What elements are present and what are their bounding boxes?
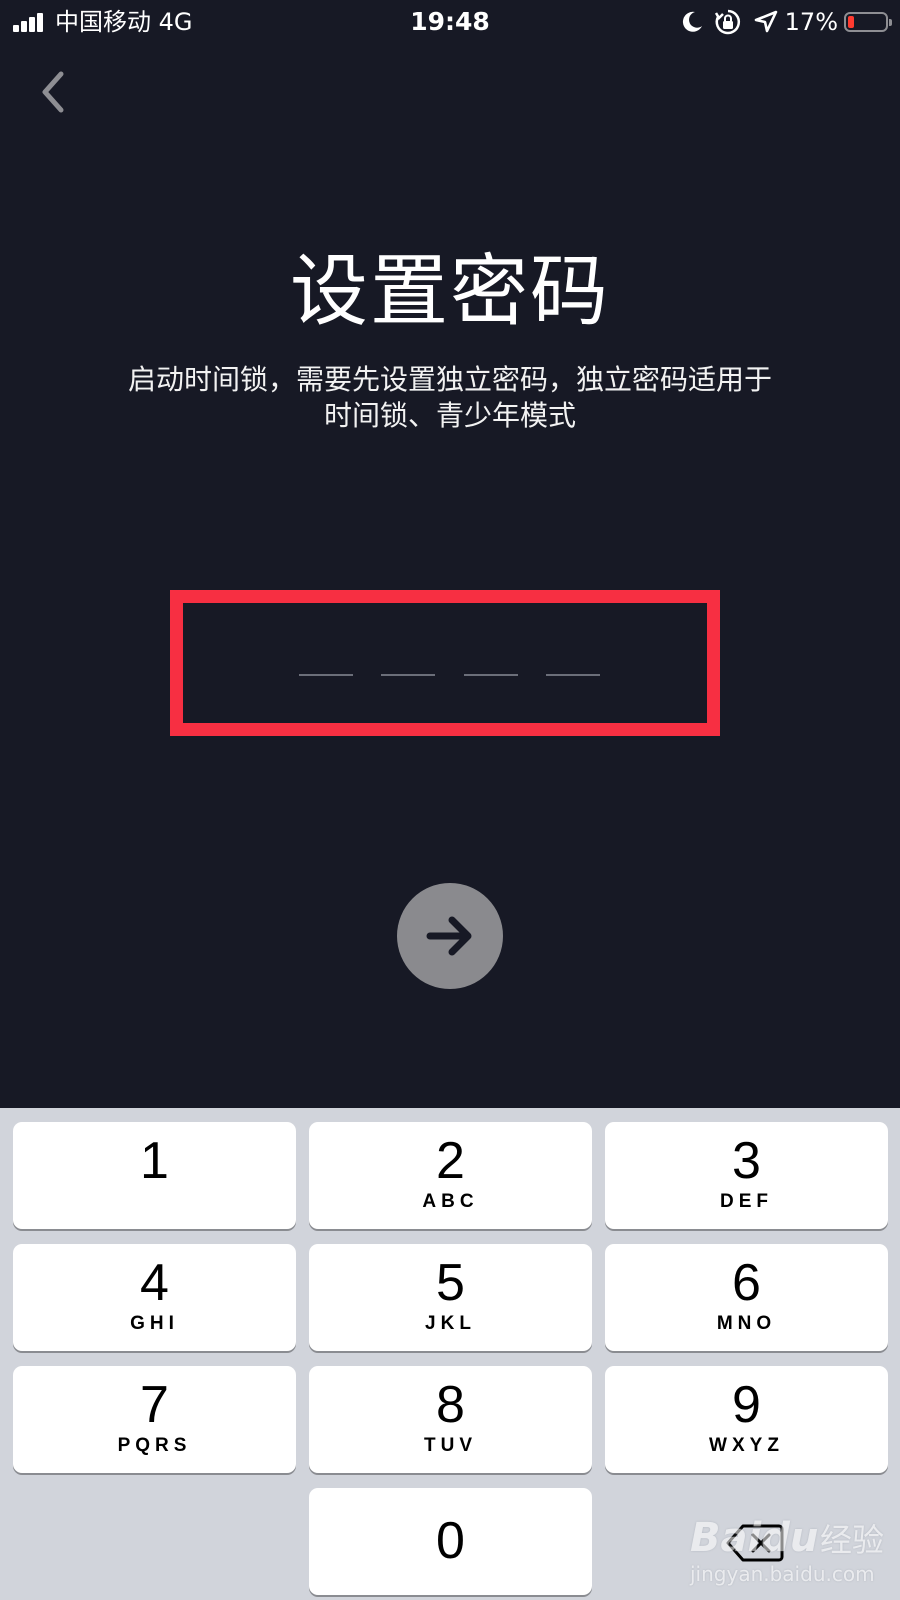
key-8[interactable]: 8 TUV — [309, 1366, 592, 1473]
passcode-digit-slot-4 — [546, 674, 600, 676]
key-2[interactable]: 2 ABC — [309, 1122, 592, 1229]
key-3[interactable]: 3 DEF — [605, 1122, 888, 1229]
subtitle-line-1: 启动时间锁，需要先设置独立密码，独立密码适用于 — [127, 363, 772, 396]
watermark-brand: Baidu — [690, 1515, 819, 1561]
watermark-url: jingyan.baidu.com — [690, 1562, 875, 1586]
key-7-number: 7 — [140, 1376, 169, 1434]
key-5-number: 5 — [436, 1254, 465, 1312]
key-0[interactable]: 0 — [309, 1488, 592, 1595]
key-2-letters: ABC — [422, 1191, 479, 1212]
page-subtitle: 启动时间锁，需要先设置独立密码，独立密码适用于 时间锁、青少年模式 — [60, 362, 840, 434]
key-3-number: 3 — [732, 1132, 761, 1190]
key-5-letters: JKL — [425, 1313, 476, 1334]
key-6[interactable]: 6 MNO — [605, 1244, 888, 1351]
moon-icon — [682, 11, 702, 32]
key-0-number: 0 — [436, 1512, 465, 1570]
chevron-left-icon — [42, 71, 64, 113]
key-9-number: 9 — [732, 1376, 761, 1434]
passcode-digit-slot-2 — [381, 674, 435, 676]
back-button[interactable] — [28, 64, 76, 120]
key-9-letters: WXYZ — [709, 1435, 784, 1456]
battery-icon — [844, 12, 892, 32]
battery-percent: 17% — [784, 8, 838, 36]
key-7[interactable]: 7 PQRS — [13, 1366, 296, 1473]
arrow-right-icon — [426, 916, 472, 956]
passcode-digit-slot-3 — [464, 674, 518, 676]
status-right-group: 17% — [679, 6, 892, 38]
passcode-input[interactable] — [170, 590, 720, 736]
status-bar: 中国移动 4G 19:48 17% — [0, 0, 900, 44]
key-5[interactable]: 5 JKL — [309, 1244, 592, 1351]
key-6-letters: MNO — [716, 1313, 777, 1334]
passcode-digit-slot-1 — [299, 674, 353, 676]
carrier-label: 中国移动 4G — [55, 8, 193, 36]
key-1-number: 1 — [140, 1132, 169, 1190]
key-1[interactable]: 1 — [13, 1122, 296, 1229]
key-4-number: 4 — [140, 1254, 169, 1312]
watermark-product: 经验 — [820, 1521, 885, 1559]
rotation-lock-icon — [714, 9, 740, 35]
key-8-number: 8 — [436, 1376, 465, 1434]
key-4[interactable]: 4 GHI — [13, 1244, 296, 1351]
key-3-letters: DEF — [720, 1191, 773, 1212]
next-button[interactable] — [397, 883, 503, 989]
baidu-jingyan-watermark: Baidu 经验 jingyan.baidu.com — [690, 1500, 890, 1595]
subtitle-line-2: 时间锁、青少年模式 — [323, 399, 576, 432]
page-title: 设置密码 — [289, 247, 610, 337]
status-time: 19:48 — [410, 7, 490, 36]
key-6-number: 6 — [732, 1254, 761, 1312]
location-icon — [754, 10, 777, 33]
key-7-letters: PQRS — [117, 1435, 192, 1456]
key-8-letters: TUV — [424, 1435, 477, 1456]
key-2-number: 2 — [436, 1132, 465, 1190]
key-9[interactable]: 9 WXYZ — [605, 1366, 888, 1473]
key-4-letters: GHI — [130, 1313, 179, 1334]
battery-level-fill — [848, 16, 854, 28]
signal-icon — [13, 12, 47, 32]
